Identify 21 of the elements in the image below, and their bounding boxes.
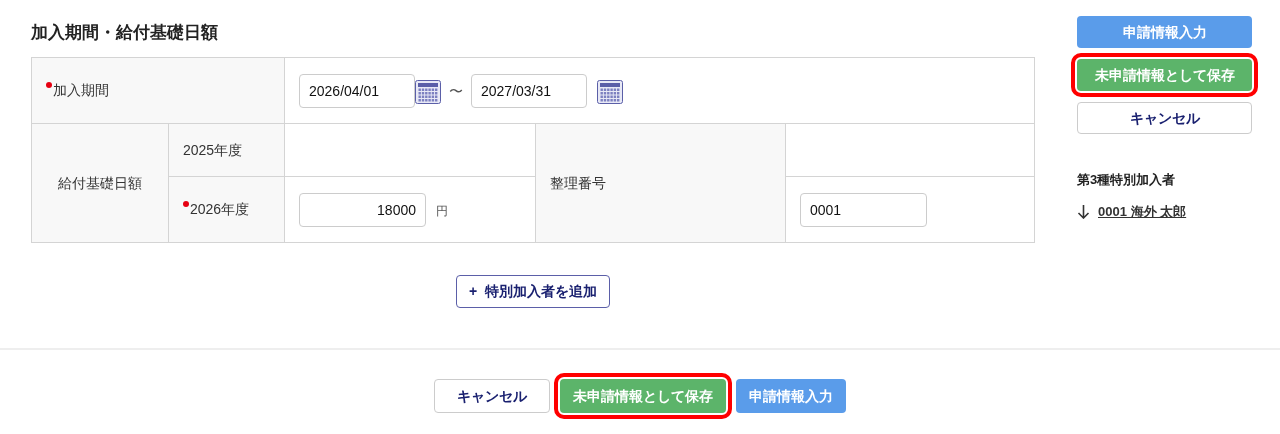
range-separator: 〜 (449, 82, 463, 99)
calendar-icon[interactable] (415, 79, 441, 104)
reference-number-field[interactable]: 0001 (800, 192, 927, 227)
field-label: 給付基礎日額 (58, 174, 142, 191)
calendar-icon[interactable] (597, 79, 623, 104)
amount-field[interactable]: 18000 (299, 192, 426, 227)
field-label: 2026年度 (190, 201, 250, 217)
plus-icon: + (468, 283, 478, 299)
field-label: 整理番号 (550, 174, 606, 191)
member-link[interactable]: 0001 海外 太郎 (1098, 201, 1187, 221)
field-label: 加入期間 (53, 82, 109, 98)
field-label: 2025年度 (183, 141, 243, 158)
action-button[interactable]: キャンセル (434, 379, 550, 413)
date-field[interactable]: 2027/03/31 (471, 73, 587, 108)
unit-label: 円 (436, 203, 448, 218)
add-member-button[interactable]: + 特別加入者を追加 (455, 275, 611, 308)
date-field[interactable]: 2026/04/01 (299, 73, 415, 108)
action-button[interactable]: キャンセル (1077, 102, 1252, 134)
section-title: 加入期間・給付基礎日額 (31, 22, 219, 44)
down-arrow-icon (1077, 203, 1090, 219)
section-heading: 第3種特別加入者 (1077, 171, 1177, 189)
